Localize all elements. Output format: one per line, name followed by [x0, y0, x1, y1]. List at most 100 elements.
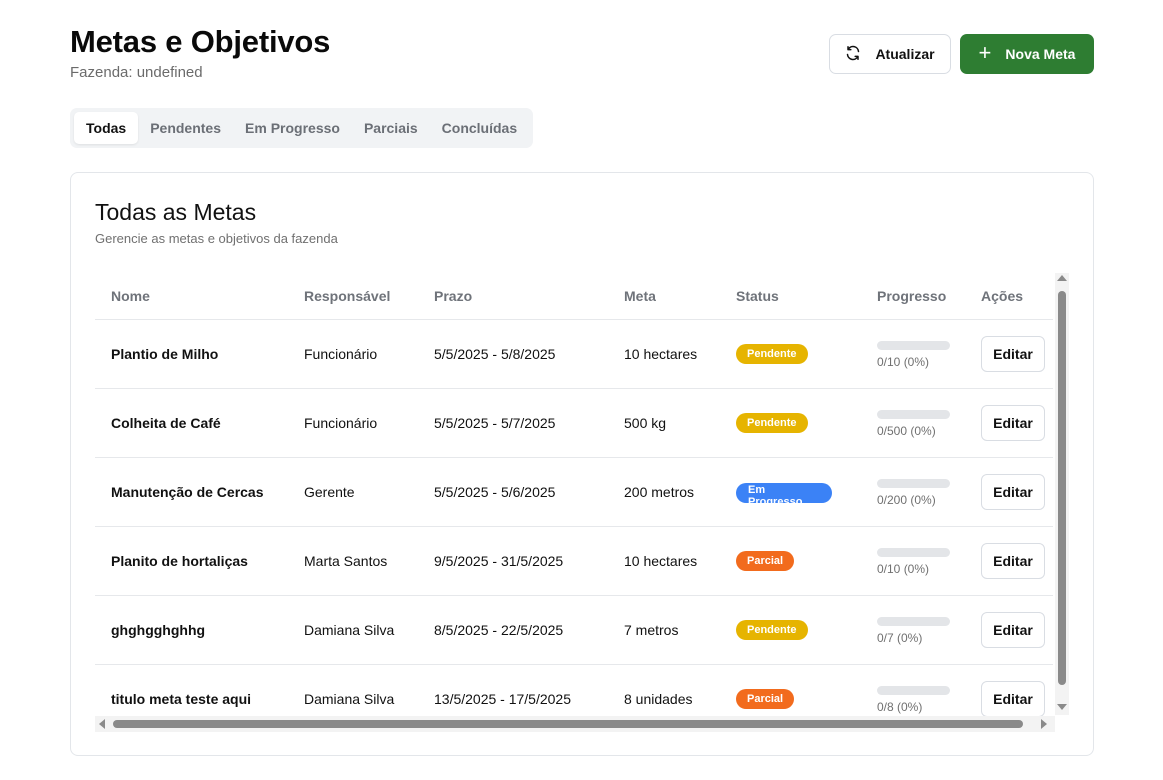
goal-actions-cell: Editar	[965, 388, 1053, 458]
progress-bar	[877, 341, 950, 350]
table-row: Planito de hortaliças Marta Santos 9/5/202…	[95, 526, 1053, 596]
goal-deadline: 13/5/2025 - 17/5/2025	[418, 664, 608, 721]
progress-text: 0/200 (0%)	[877, 493, 936, 507]
progress-text: 0/10 (0%)	[877, 355, 930, 369]
goals-table: Nome Responsável Prazo Meta Status Progr…	[95, 273, 1053, 721]
edit-button[interactable]: Editar	[981, 680, 1045, 717]
goal-deadline: 5/5/2025 - 5/7/2025	[418, 388, 608, 458]
goal-name: Plantio de Milho	[95, 319, 288, 389]
edit-button[interactable]: Editar	[981, 542, 1045, 579]
goal-progress-cell: 0/10 (0%)	[861, 319, 965, 389]
goal-deadline: 8/5/2025 - 22/5/2025	[418, 595, 608, 665]
status-badge: Em Progresso	[736, 483, 832, 503]
status-badge: Pendente	[736, 412, 808, 433]
goal-target: 7 metros	[608, 595, 720, 665]
vertical-scrollbar-thumb[interactable]	[1058, 291, 1066, 685]
goal-target: 200 metros	[608, 457, 720, 527]
status-tabs: Todas Pendentes Em Progresso Parciais Co…	[70, 108, 534, 148]
goal-responsible: Funcionário	[288, 319, 418, 389]
goal-actions-cell: Editar	[965, 664, 1053, 721]
table-row: Plantio de Milho Funcionário 5/5/2025 - 5/…	[95, 319, 1053, 389]
table-header-row: Nome Responsável Prazo Meta Status Progr…	[95, 273, 1053, 320]
goal-responsible: Marta Santos	[288, 526, 418, 596]
goal-responsible: Damiana Silva	[288, 664, 418, 721]
goal-progress-cell: 0/8 (0%)	[861, 664, 965, 721]
table-body: Plantio de Milho Funcionário 5/5/2025 - 5/…	[95, 319, 1053, 721]
goal-status-cell: Em Progresso	[720, 457, 861, 527]
column-header-responsavel: Responsável	[288, 273, 418, 320]
goal-status-cell: Pendente	[720, 319, 861, 389]
column-header-nome: Nome	[95, 273, 288, 320]
goal-actions-cell: Editar	[965, 526, 1053, 596]
goal-status-cell: Pendente	[720, 595, 861, 665]
goal-actions-cell: Editar	[965, 319, 1053, 389]
refresh-icon	[845, 45, 861, 64]
new-goal-label: Nova Meta	[1005, 46, 1076, 62]
goal-responsible: Damiana Silva	[288, 595, 418, 665]
scroll-down-arrow-icon[interactable]	[1057, 704, 1067, 710]
card-description: Gerencie as metas e objetivos da fazenda	[95, 231, 338, 246]
tab-todas[interactable]: Todas	[74, 112, 139, 144]
status-badge: Parcial	[736, 688, 795, 709]
progress-bar	[877, 686, 950, 695]
goal-responsible: Gerente	[288, 457, 418, 527]
progress-text: 0/7 (0%)	[877, 631, 923, 645]
tab-concluidas[interactable]: Concluídas	[430, 112, 529, 144]
goal-actions-cell: Editar	[965, 457, 1053, 527]
tab-pendentes[interactable]: Pendentes	[138, 112, 233, 144]
goal-progress-cell: 0/200 (0%)	[861, 457, 965, 527]
progress-bar	[877, 479, 950, 488]
column-header-acoes: Ações	[965, 273, 1053, 320]
goal-deadline: 5/5/2025 - 5/8/2025	[418, 319, 608, 389]
edit-button[interactable]: Editar	[981, 335, 1045, 372]
scroll-right-arrow-icon[interactable]	[1041, 719, 1047, 729]
progress-bar	[877, 410, 950, 419]
scroll-up-arrow-icon[interactable]	[1057, 275, 1067, 281]
status-badge: Parcial	[736, 550, 795, 571]
progress-text: 0/8 (0%)	[877, 700, 923, 714]
table-row: Manutenção de Cercas Gerente 5/5/2025 - 5/…	[95, 457, 1053, 527]
goal-progress-cell: 0/7 (0%)	[861, 595, 965, 665]
edit-button[interactable]: Editar	[981, 611, 1045, 648]
column-header-prazo: Prazo	[418, 273, 608, 320]
goal-target: 10 hectares	[608, 319, 720, 389]
goal-target: 500 kg	[608, 388, 720, 458]
goal-progress-cell: 0/500 (0%)	[861, 388, 965, 458]
goals-card: Todas as Metas Gerencie as metas e objet…	[70, 172, 1094, 756]
goals-table-container[interactable]: Nome Responsável Prazo Meta Status Progr…	[95, 273, 1055, 721]
edit-button[interactable]: Editar	[981, 473, 1045, 510]
goal-status-cell: Pendente	[720, 388, 861, 458]
horizontal-scrollbar-thumb[interactable]	[113, 720, 1023, 728]
goal-status-cell: Parcial	[720, 664, 861, 721]
column-header-meta: Meta	[608, 273, 720, 320]
edit-button[interactable]: Editar	[981, 404, 1045, 441]
tab-parciais[interactable]: Parciais	[352, 112, 430, 144]
goal-name: Manutenção de Cercas	[95, 457, 288, 527]
refresh-button[interactable]: Atualizar	[829, 34, 951, 74]
goal-actions-cell: Editar	[965, 595, 1053, 665]
plus-icon: +	[978, 40, 992, 65]
page-title: Metas e Objetivos	[70, 24, 331, 59]
tab-em-progresso[interactable]: Em Progresso	[233, 112, 352, 144]
column-header-progresso: Progresso	[861, 273, 965, 320]
goal-name: ghghgghghhg	[95, 595, 288, 665]
goal-name: Planito de hortaliças	[95, 526, 288, 596]
goal-target: 10 hectares	[608, 526, 720, 596]
refresh-label: Atualizar	[875, 46, 935, 62]
goal-status-cell: Parcial	[720, 526, 861, 596]
goal-progress-cell: 0/10 (0%)	[861, 526, 965, 596]
new-goal-button[interactable]: + Nova Meta	[960, 34, 1094, 74]
table-row: titulo meta teste aqui Damiana Silva 13/5/…	[95, 664, 1053, 721]
goal-deadline: 9/5/2025 - 31/5/2025	[418, 526, 608, 596]
goal-deadline: 5/5/2025 - 5/6/2025	[418, 457, 608, 527]
scroll-left-arrow-icon[interactable]	[99, 719, 105, 729]
column-header-status: Status	[720, 273, 861, 320]
goal-target: 8 unidades	[608, 664, 720, 721]
table-row: ghghgghghhg Damiana Silva 8/5/2025 - 22/5/…	[95, 595, 1053, 665]
progress-text: 0/10 (0%)	[877, 562, 930, 576]
page-subtitle: Fazenda: undefined	[70, 64, 203, 81]
status-badge: Pendente	[736, 619, 808, 640]
status-badge: Pendente	[736, 343, 808, 364]
card-title: Todas as Metas	[95, 199, 257, 225]
goal-responsible: Funcionário	[288, 388, 418, 458]
